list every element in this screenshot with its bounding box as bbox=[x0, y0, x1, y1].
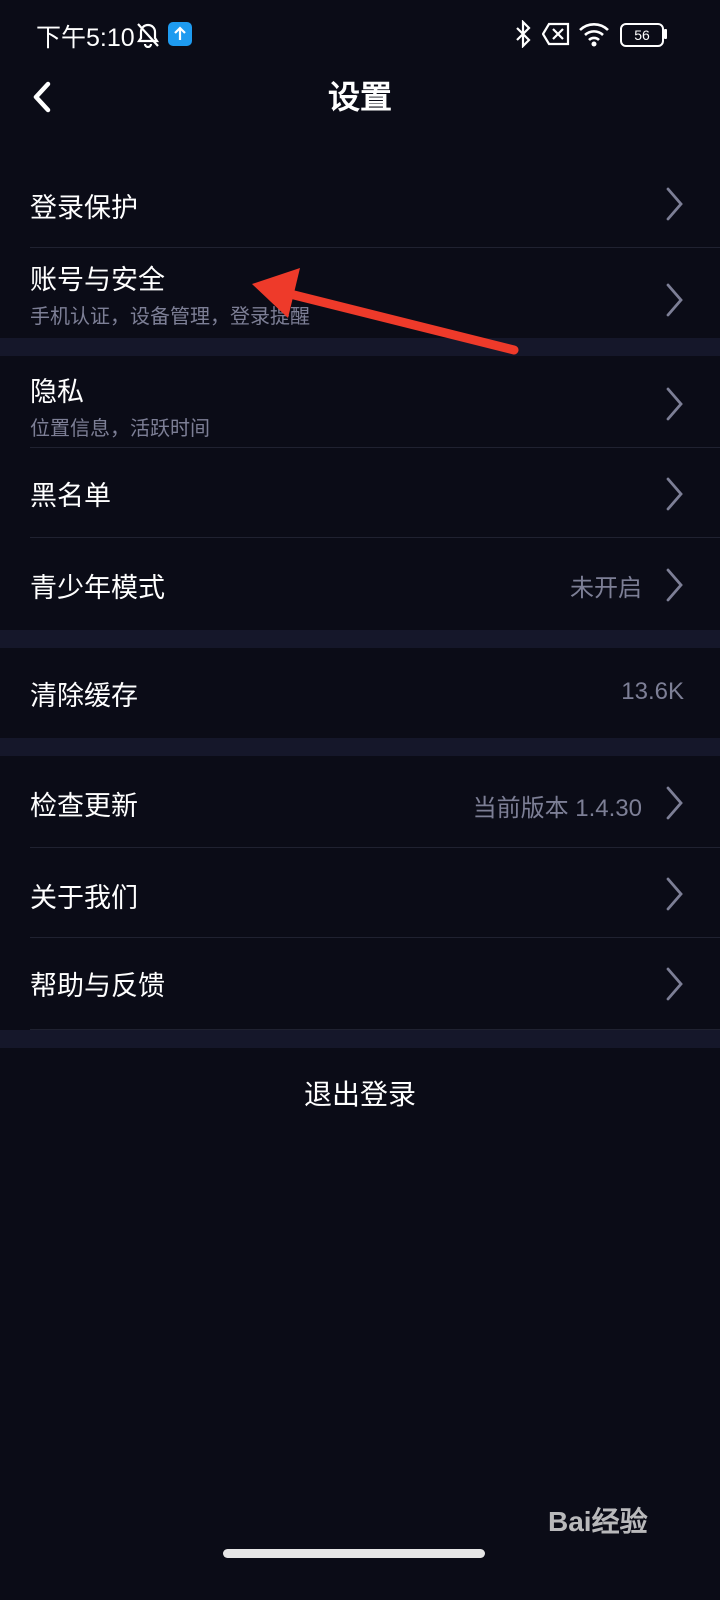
settings-row-teen-mode[interactable]: 青少年模式 未开启 bbox=[0, 538, 720, 630]
row-title: 登录保护 bbox=[30, 193, 138, 224]
section-gap bbox=[0, 1030, 720, 1048]
section-gap bbox=[0, 630, 720, 648]
chevron-right-icon bbox=[666, 387, 683, 421]
section-gap bbox=[0, 738, 720, 756]
row-value: 当前版本 1.4.30 bbox=[472, 795, 642, 822]
chevron-right-icon bbox=[666, 786, 683, 820]
row-title: 关于我们 bbox=[30, 883, 138, 914]
row-title: 隐私 bbox=[30, 377, 84, 408]
upload-notification-icon bbox=[168, 22, 192, 46]
settings-row-check-update[interactable]: 检查更新 当前版本 1.4.30 bbox=[0, 756, 720, 848]
battery-level: 56 bbox=[634, 27, 650, 43]
bell-off-icon bbox=[136, 23, 160, 48]
row-title: 账号与安全 bbox=[30, 265, 165, 296]
row-title: 检查更新 bbox=[30, 791, 138, 822]
wifi-icon bbox=[579, 23, 609, 47]
row-title: 青少年模式 bbox=[30, 573, 165, 604]
logout-button[interactable]: 退出登录 bbox=[0, 1050, 720, 1140]
settings-row-login-protection[interactable]: 登录保护 bbox=[0, 160, 720, 248]
chevron-right-icon bbox=[666, 877, 683, 911]
settings-row-privacy[interactable]: 隐私 位置信息，活跃时间 bbox=[0, 356, 720, 448]
status-time: 下午5:10 bbox=[36, 24, 135, 52]
settings-row-blacklist[interactable]: 黑名单 bbox=[0, 448, 720, 538]
settings-row-about-us[interactable]: 关于我们 bbox=[0, 848, 720, 938]
bluetooth-icon bbox=[516, 20, 531, 48]
battery-tip bbox=[664, 29, 667, 39]
row-value: 未开启 bbox=[570, 575, 642, 602]
chevron-right-icon bbox=[666, 967, 683, 1001]
row-title: 清除缓存 bbox=[30, 681, 138, 712]
section-gap bbox=[0, 338, 720, 356]
settings-row-clear-cache[interactable]: 清除缓存 13.6K bbox=[0, 648, 720, 738]
nav-bar: 设置 bbox=[0, 60, 720, 132]
chevron-right-icon bbox=[666, 187, 683, 221]
chevron-right-icon bbox=[666, 477, 683, 511]
row-subtitle: 手机认证，设备管理，登录提醒 bbox=[30, 304, 310, 328]
no-sim-icon bbox=[542, 22, 570, 46]
watermark-text: Bai经验 bbox=[548, 1506, 648, 1537]
row-value: 13.6K bbox=[621, 678, 684, 705]
home-indicator[interactable] bbox=[223, 1549, 485, 1558]
chevron-right-icon bbox=[666, 283, 683, 317]
settings-row-help-feedback[interactable]: 帮助与反馈 bbox=[0, 938, 720, 1030]
row-subtitle: 位置信息，活跃时间 bbox=[30, 416, 210, 440]
page-title: 设置 bbox=[327, 78, 392, 116]
row-title: 黑名单 bbox=[30, 481, 111, 512]
settings-row-account-security[interactable]: 账号与安全 手机认证，设备管理，登录提醒 bbox=[0, 248, 720, 338]
watermark-logo: Bai经验 bbox=[548, 1490, 698, 1550]
row-title: 帮助与反馈 bbox=[30, 971, 165, 1002]
chevron-right-icon bbox=[666, 568, 683, 602]
battery-icon: 56 bbox=[620, 23, 664, 47]
